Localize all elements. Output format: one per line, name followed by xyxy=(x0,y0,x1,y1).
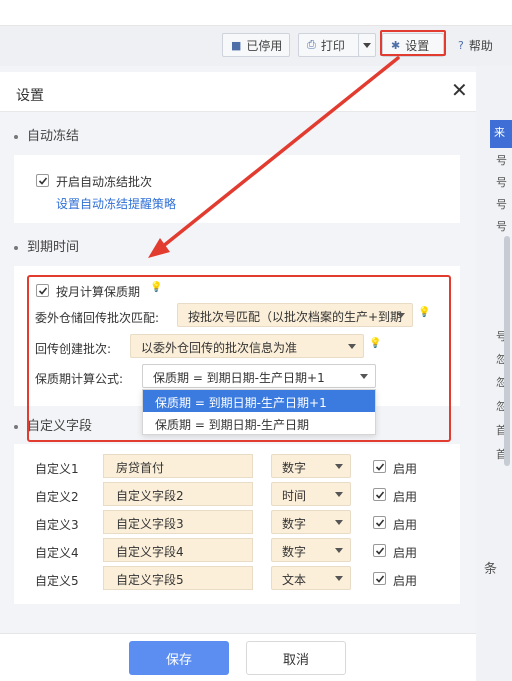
custom-field-enable-checkbox[interactable] xyxy=(373,488,386,501)
monthly-shelf-life-label: 按月计算保质期 xyxy=(56,285,141,299)
custom-field-input[interactable]: 自定义字段5 xyxy=(103,566,253,590)
custom-field-enable-checkbox[interactable] xyxy=(373,544,386,557)
custom-field-enable-checkbox[interactable] xyxy=(373,572,386,585)
chevron-down-icon xyxy=(360,374,368,379)
custom-field-type-select[interactable]: 数字 xyxy=(271,538,351,562)
custom-field-input[interactable]: 房贷首付 xyxy=(103,454,253,478)
custom-field-type-value: 数字 xyxy=(282,545,307,559)
formula-label: 保质期计算公式: xyxy=(35,372,124,386)
background-scrollbar[interactable] xyxy=(504,236,510,466)
bullet-icon xyxy=(14,134,18,139)
chevron-down-icon xyxy=(363,42,371,48)
lightbulb-icon: 💡 xyxy=(369,338,382,349)
custom-field-input[interactable]: 自定义字段2 xyxy=(103,482,253,506)
chevron-down-icon xyxy=(335,492,343,497)
printer-icon: ⎙ xyxy=(307,38,316,51)
chevron-down-icon xyxy=(335,464,343,469)
formula-option[interactable]: 保质期 = 到期日期-生产日期 xyxy=(143,412,375,434)
custom-field-type-select[interactable]: 文本 xyxy=(271,566,351,590)
section-custom-title: 自定义字段 xyxy=(27,419,93,434)
custom-field-label: 自定义4 xyxy=(35,546,79,560)
auto-freeze-label: 开启自动冻结批次 xyxy=(56,175,153,189)
chevron-down-icon xyxy=(397,313,405,318)
question-icon: ? xyxy=(458,38,464,52)
custom-field-type-value: 文本 xyxy=(282,573,307,587)
dialog-title: 设置 xyxy=(16,88,44,104)
section-auto-freeze: 自动冻结 xyxy=(14,125,79,144)
settings-button[interactable]: ✱ 设置 xyxy=(382,33,444,57)
section-expiry: 到期时间 xyxy=(14,236,79,255)
auto-freeze-checkbox[interactable] xyxy=(36,174,49,187)
custom-field-type-value: 数字 xyxy=(282,461,307,475)
print-dropdown-button[interactable] xyxy=(358,33,376,57)
formula-select[interactable]: 保质期 = 到期日期-生产日期+1 xyxy=(142,364,376,388)
gear-icon: ✱ xyxy=(391,38,401,52)
background-cell: 号 xyxy=(496,220,507,233)
bullet-icon xyxy=(14,245,18,250)
custom-field-label: 自定义2 xyxy=(35,490,79,504)
lightbulb-icon: 💡 xyxy=(150,282,163,293)
outsource-match-value: 按批次号匹配（以批次档案的生产+到期 xyxy=(188,310,403,324)
custom-field-enable-label: 启用 xyxy=(393,574,418,588)
custom-field-type-value: 数字 xyxy=(282,517,307,531)
custom-field-enable-label: 启用 xyxy=(393,490,418,504)
section-custom: 自定义字段 xyxy=(14,415,92,434)
disabled-label: 已停用 xyxy=(246,38,283,53)
print-label: 打印 xyxy=(320,38,345,53)
top-strip xyxy=(0,0,512,26)
save-button[interactable]: 保存 xyxy=(129,641,229,675)
chevron-down-icon xyxy=(335,548,343,553)
background-table-column: 来 号 号 号 号 号 忽 忽 忽 首 首 条 xyxy=(476,66,512,681)
custom-field-enable-checkbox[interactable] xyxy=(373,460,386,473)
background-count-suffix: 条 xyxy=(484,562,498,577)
custom-field-label: 自定义1 xyxy=(35,462,79,476)
auto-freeze-strategy-link[interactable]: 设置自动冻结提醒策略 xyxy=(56,195,176,212)
dialog-header: 设置 ✕ xyxy=(0,72,476,112)
custom-field-type-select[interactable]: 数字 xyxy=(271,510,351,534)
dialog-footer xyxy=(0,633,476,681)
return-create-value: 以委外仓回传的批次信息为准 xyxy=(141,341,298,355)
bullet-icon xyxy=(14,424,18,429)
close-icon[interactable]: ✕ xyxy=(451,80,468,100)
disabled-button[interactable]: ■ 已停用 xyxy=(222,33,290,57)
help-button[interactable]: ? 帮助 xyxy=(450,33,506,57)
background-cell: 号 xyxy=(496,176,507,189)
cancel-button[interactable]: 取消 xyxy=(246,641,346,675)
custom-field-input[interactable]: 自定义字段4 xyxy=(103,538,253,562)
settings-label: 设置 xyxy=(405,38,430,53)
print-button[interactable]: ⎙ 打印 xyxy=(298,33,360,57)
return-create-label: 回传创建批次: xyxy=(35,342,112,356)
custom-field-label: 自定义5 xyxy=(35,574,79,588)
chevron-down-icon xyxy=(335,520,343,525)
outsource-match-label: 委外仓储回传批次匹配: xyxy=(35,311,160,325)
custom-field-type-value: 时间 xyxy=(282,489,307,503)
monthly-shelf-life-checkbox[interactable] xyxy=(36,284,49,297)
lightbulb-icon: 💡 xyxy=(418,307,431,318)
background-cell-header: 来 xyxy=(494,126,505,139)
background-cell: 号 xyxy=(496,198,507,211)
background-cell: 号 xyxy=(496,154,507,167)
help-label: 帮助 xyxy=(468,38,493,53)
formula-value: 保质期 = 到期日期-生产日期+1 xyxy=(153,371,325,385)
formula-option[interactable]: 保质期 = 到期日期-生产日期+1 xyxy=(143,390,375,412)
square-icon: ■ xyxy=(231,38,242,52)
custom-field-enable-label: 启用 xyxy=(393,462,418,476)
chevron-down-icon xyxy=(348,344,356,349)
return-create-select[interactable]: 以委外仓回传的批次信息为准 xyxy=(130,334,364,358)
custom-field-enable-label: 启用 xyxy=(393,546,418,560)
chevron-down-icon xyxy=(335,576,343,581)
section-auto-freeze-title: 自动冻结 xyxy=(27,129,80,144)
outsource-match-select[interactable]: 按批次号匹配（以批次档案的生产+到期 xyxy=(177,303,413,327)
custom-field-type-select[interactable]: 时间 xyxy=(271,482,351,506)
custom-field-enable-checkbox[interactable] xyxy=(373,516,386,529)
custom-field-label: 自定义3 xyxy=(35,518,79,532)
custom-field-type-select[interactable]: 数字 xyxy=(271,454,351,478)
section-expiry-title: 到期时间 xyxy=(27,240,80,255)
custom-field-enable-label: 启用 xyxy=(393,518,418,532)
formula-dropdown-menu: 保质期 = 到期日期-生产日期+1 保质期 = 到期日期-生产日期 xyxy=(142,389,376,435)
custom-field-input[interactable]: 自定义字段3 xyxy=(103,510,253,534)
